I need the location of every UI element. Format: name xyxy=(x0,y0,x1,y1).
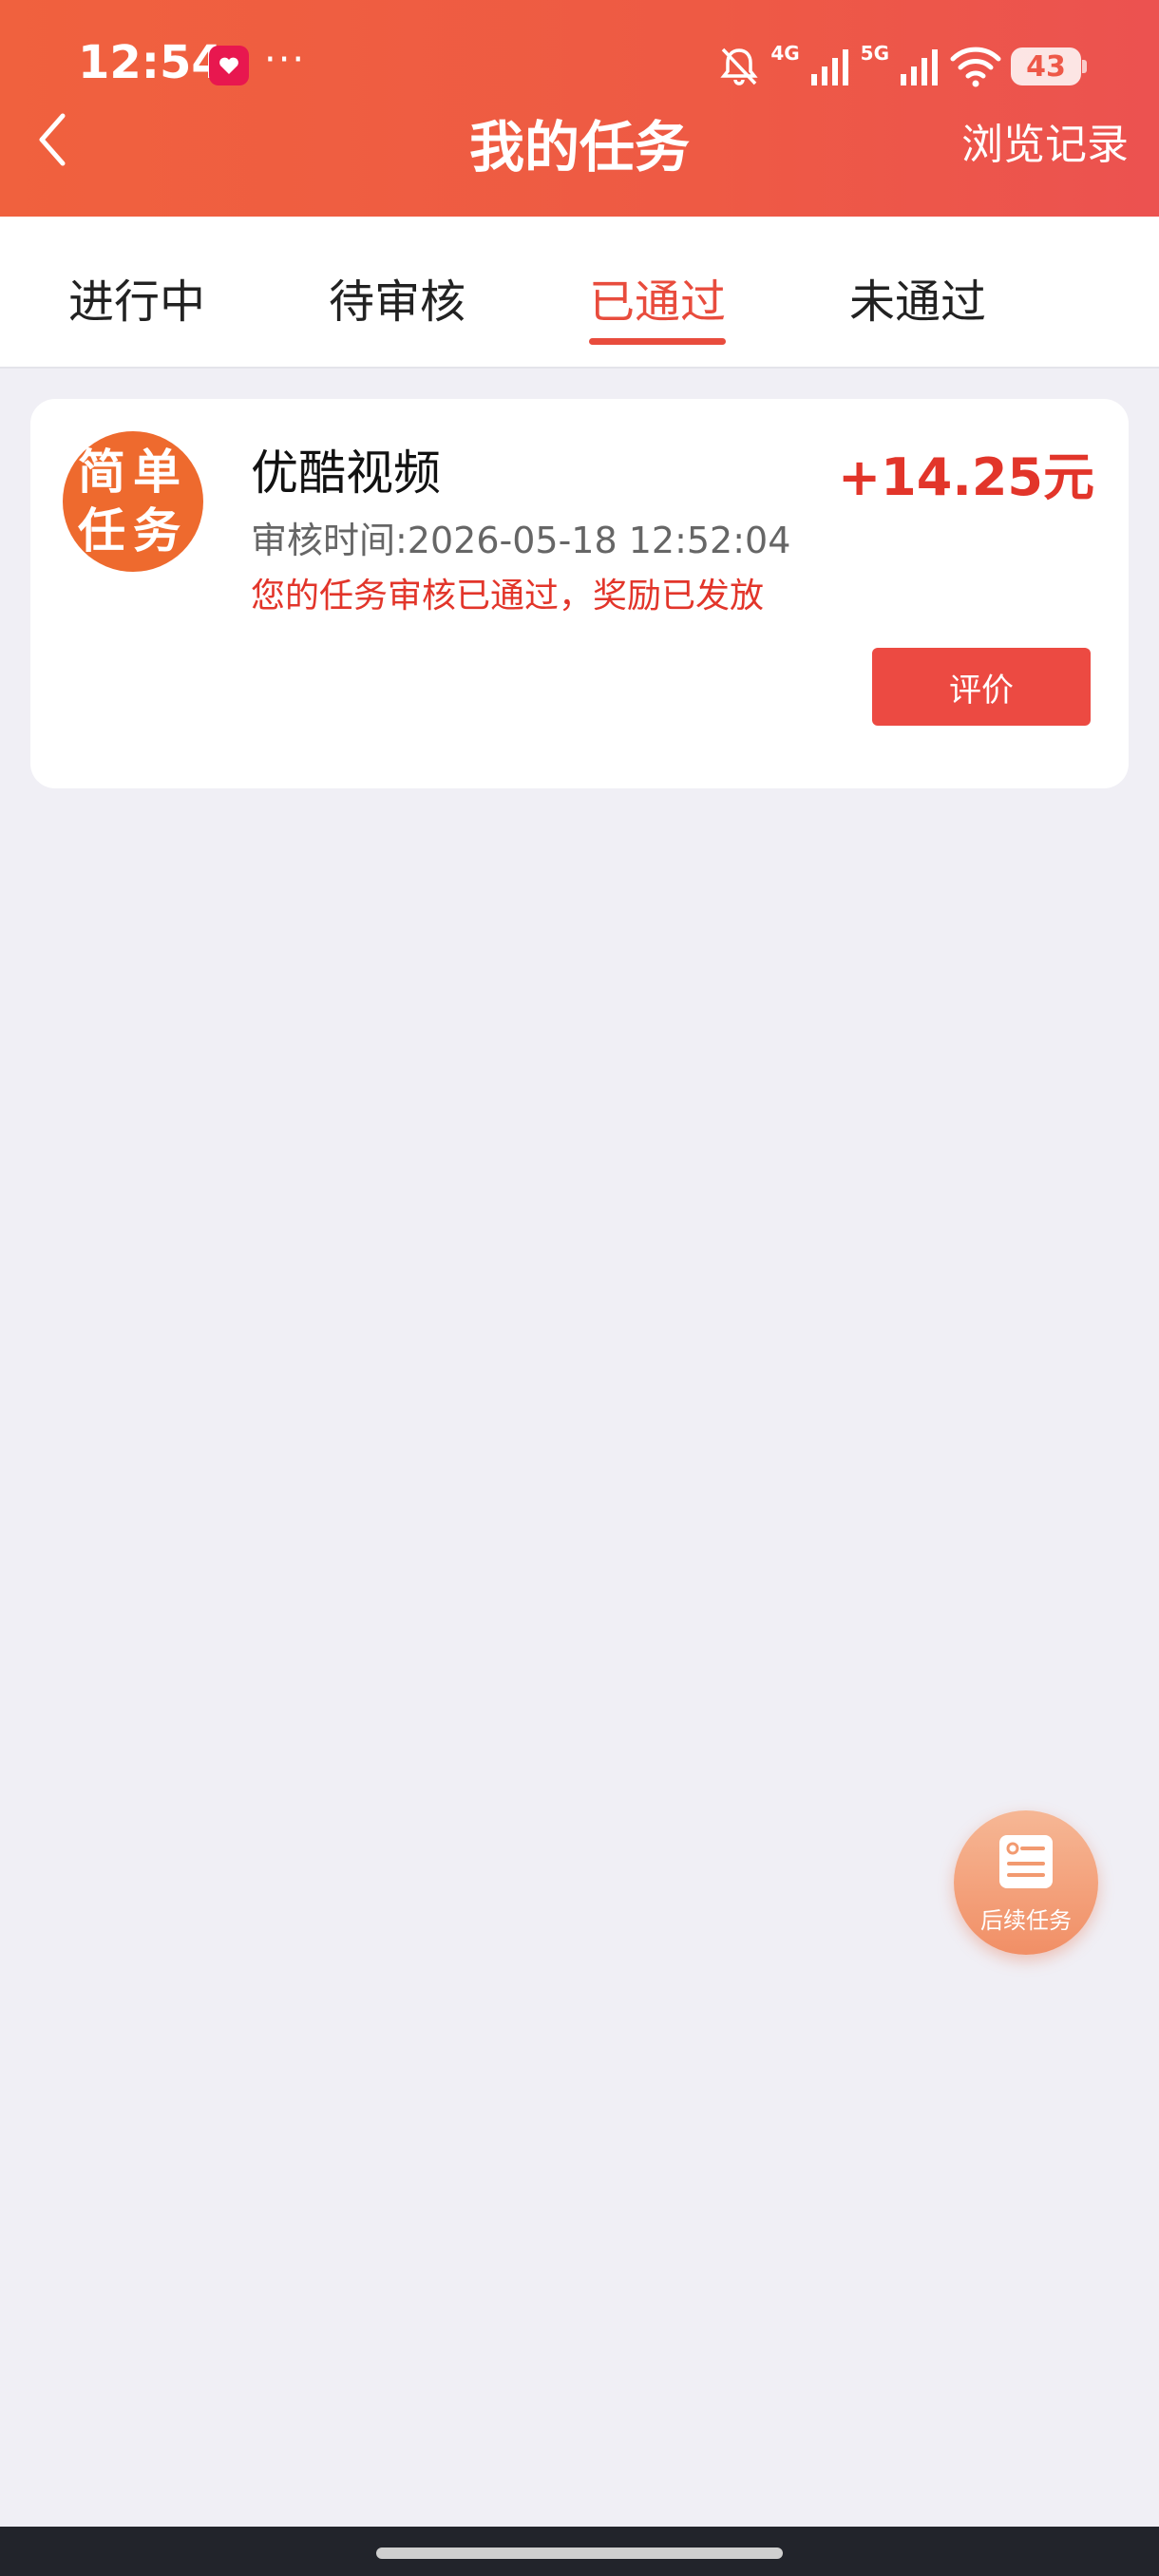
review-time: 审核时间:2026-05-18 12:52:04 xyxy=(251,520,791,561)
header: 12:54 ··· 4G 5G 43 我的任务 浏览记录 xyxy=(0,0,1159,217)
tab-pending-review[interactable]: 待审核 xyxy=(329,264,466,331)
task-list-icon xyxy=(999,1835,1053,1888)
browse-history-link[interactable]: 浏览记录 xyxy=(961,110,1129,171)
tab-bar: 进行中 待审核 已通过 未通过 xyxy=(0,217,1159,369)
signal-icon xyxy=(899,46,940,87)
review-button[interactable]: 评价 xyxy=(872,648,1091,726)
wifi-icon xyxy=(950,46,1001,87)
tab-approved[interactable]: 已通过 xyxy=(589,264,726,331)
home-indicator[interactable] xyxy=(376,2548,783,2559)
task-card[interactable]: 简单 任务 优酷视频 +14.25元 审核时间:2026-05-18 12:52… xyxy=(30,399,1129,788)
battery-icon: 43 xyxy=(1011,47,1087,85)
badge-line-1: 简单 xyxy=(78,445,188,500)
task-type-badge: 简单 任务 xyxy=(63,431,203,572)
status-more-dots: ··· xyxy=(264,38,307,82)
app-notification-icon xyxy=(209,46,249,85)
task-name: 优酷视频 xyxy=(251,445,441,501)
network-4g-label: 4G xyxy=(770,42,800,65)
network-5g-label: 5G xyxy=(860,42,889,65)
notification-off-icon xyxy=(717,45,761,88)
signal-icon xyxy=(809,46,851,87)
navigation-bar xyxy=(0,2527,1159,2576)
tab-rejected[interactable]: 未通过 xyxy=(849,264,986,331)
tab-in-progress[interactable]: 进行中 xyxy=(68,264,205,331)
task-reward: +14.25元 xyxy=(837,447,1094,507)
status-time: 12:54 xyxy=(78,36,223,89)
follow-up-task-button[interactable]: 后续任务 xyxy=(954,1810,1098,1955)
active-tab-indicator xyxy=(589,338,726,345)
badge-line-2: 任务 xyxy=(78,503,188,559)
status-icons: 4G 5G 43 xyxy=(717,42,1087,91)
follow-up-task-label: 后续任务 xyxy=(980,1907,1072,1934)
status-message: 您的任务审核已通过，奖励已发放 xyxy=(251,577,765,616)
